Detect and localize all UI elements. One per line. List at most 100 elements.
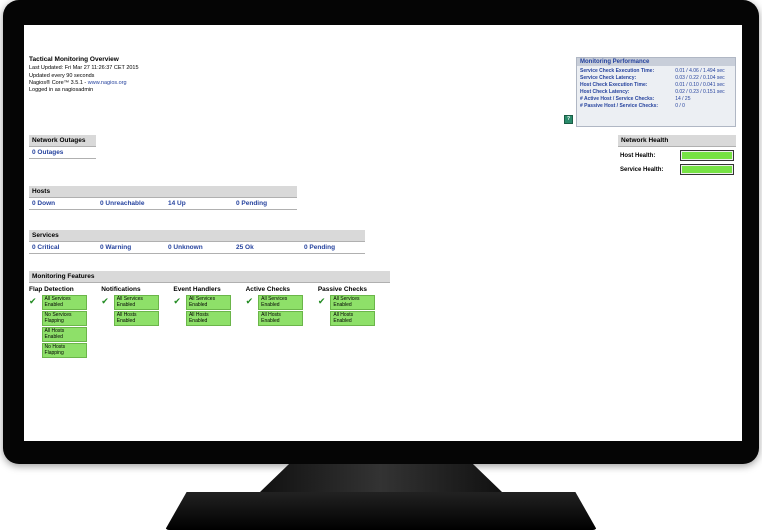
- update-interval-text: Updated every 90 seconds: [29, 72, 95, 79]
- performance-label[interactable]: # Passive Host / Service Checks:: [577, 103, 672, 110]
- feature-status-box[interactable]: All Services Enabled: [185, 295, 231, 310]
- feature-status-box[interactable]: All Services Enabled: [41, 295, 87, 310]
- monitor-screen: Tactical Monitoring Overview Last Update…: [24, 25, 742, 441]
- feature-body: ✔ All Services Enabled All Hosts Enabled: [101, 295, 173, 326]
- feature-body: ✔ All Services Enabled All Hosts Enabled: [246, 295, 318, 326]
- outages-title: Network Outages: [29, 135, 96, 147]
- checkmark-icon[interactable]: ✔: [29, 297, 37, 306]
- services-row: 0 Critical 0 Warning 0 Unknown 25 Ok 0 P…: [29, 242, 365, 254]
- performance-label[interactable]: Service Check Execution Time:: [577, 68, 672, 75]
- performance-value: 0.01 / 0.10 / 0.041 sec: [675, 82, 725, 88]
- feature-status-list: All Services Enabled All Hosts Enabled: [330, 295, 376, 326]
- service-health-row: Service Health:: [618, 164, 736, 175]
- health-panel: Network Health Host Health: Service Heal…: [618, 135, 736, 175]
- feature-status-list: All Services Enabled No Services Flappin…: [41, 295, 87, 358]
- feature-column: Active Checks ✔ All Services Enabled All…: [246, 286, 318, 358]
- services-unknown[interactable]: 0 Unknown: [168, 244, 236, 251]
- hosts-title: Hosts: [29, 186, 297, 198]
- feature-column: Passive Checks ✔ All Services Enabled Al…: [318, 286, 390, 358]
- services-pending[interactable]: 0 Pending: [304, 244, 372, 251]
- feature-name: Event Handlers: [173, 286, 221, 293]
- performance-panel: Monitoring Performance Service Check Exe…: [576, 57, 736, 127]
- feature-body: ✔ All Services Enabled No Services Flapp…: [29, 295, 101, 358]
- feature-status-box[interactable]: All Services Enabled: [330, 295, 376, 310]
- monitor-neck: [260, 464, 502, 492]
- performance-title: Monitoring Performance: [577, 58, 735, 66]
- outages-row: 0 Outages: [29, 147, 96, 159]
- feature-column: Event Handlers ✔ All Services Enabled Al…: [173, 286, 245, 358]
- feature-status-list: All Services Enabled All Hosts Enabled: [185, 295, 231, 326]
- feature-status-box[interactable]: All Services Enabled: [258, 295, 304, 310]
- performance-row: Service Check Latency: 0.03 / 0.22 / 0.10…: [577, 75, 735, 82]
- checkmark-icon[interactable]: ✔: [246, 297, 254, 306]
- features-grid: Flap Detection ✔ All Services Enabled No…: [29, 283, 390, 358]
- feature-status-box[interactable]: All Hosts Enabled: [41, 327, 87, 342]
- hosts-down[interactable]: 0 Down: [32, 200, 100, 207]
- outages-count[interactable]: 0 Outages: [32, 149, 93, 156]
- performance-row: # Passive Host / Service Checks: 0 / 0: [577, 103, 735, 110]
- user-info-text: Logged in as nagiosadmin: [29, 86, 94, 93]
- health-title: Network Health: [618, 135, 736, 147]
- services-warning[interactable]: 0 Warning: [100, 244, 168, 251]
- performance-row: Host Check Execution Time: 0.01 / 0.10 / …: [577, 82, 735, 89]
- outages-panel: Network Outages 0 Outages: [29, 135, 96, 159]
- nagios-website-link[interactable]: www.nagios.org: [88, 80, 127, 86]
- feature-column: Notifications ✔ All Services Enabled All…: [101, 286, 173, 358]
- hosts-up[interactable]: 14 Up: [168, 200, 236, 207]
- feature-name: Passive Checks: [317, 286, 367, 293]
- service-health-label: Service Health:: [620, 166, 664, 173]
- services-critical[interactable]: 0 Critical: [32, 244, 100, 251]
- performance-value: 0.02 / 0.23 / 0.151 sec: [675, 89, 725, 95]
- feature-status-box[interactable]: All Hosts Enabled: [185, 311, 231, 326]
- header-block: Tactical Monitoring Overview Last Update…: [29, 56, 139, 94]
- checkmark-icon[interactable]: ✔: [101, 297, 109, 306]
- feature-status-box[interactable]: All Hosts Enabled: [113, 311, 159, 326]
- performance-value: 0 / 0: [675, 103, 685, 109]
- help-icon[interactable]: ?: [564, 115, 573, 124]
- feature-body: ✔ All Services Enabled All Hosts Enabled: [173, 295, 245, 326]
- performance-label[interactable]: Service Check Latency:: [577, 75, 672, 82]
- services-ok[interactable]: 25 Ok: [236, 244, 304, 251]
- performance-row: Host Check Latency: 0.02 / 0.23 / 0.151 s…: [577, 89, 735, 96]
- performance-row: Service Check Execution Time: 0.01 / 4.06…: [577, 68, 735, 75]
- feature-status-box[interactable]: All Services Enabled: [113, 295, 159, 310]
- hosts-unreachable[interactable]: 0 Unreachable: [100, 200, 168, 207]
- host-health-label: Host Health:: [620, 152, 656, 159]
- host-health-row: Host Health:: [618, 150, 736, 161]
- feature-status-box[interactable]: No Services Flapping: [41, 311, 87, 326]
- checkmark-icon[interactable]: ✔: [318, 297, 326, 306]
- feature-name: Notifications: [101, 286, 141, 293]
- services-panel: Services 0 Critical 0 Warning 0 Unknown …: [29, 230, 365, 254]
- page-title: Tactical Monitoring Overview: [29, 56, 119, 63]
- hosts-pending[interactable]: 0 Pending: [236, 200, 304, 207]
- feature-body: ✔ All Services Enabled All Hosts Enabled: [318, 295, 390, 326]
- hosts-panel: Hosts 0 Down 0 Unreachable 14 Up 0 Pendi…: [29, 186, 297, 210]
- checkmark-icon[interactable]: ✔: [173, 297, 181, 306]
- feature-status-list: All Services Enabled All Hosts Enabled: [258, 295, 304, 326]
- hosts-row: 0 Down 0 Unreachable 14 Up 0 Pending: [29, 198, 297, 210]
- features-panel: Monitoring Features Flap Detection ✔ All…: [29, 271, 390, 358]
- performance-label[interactable]: Host Check Execution Time:: [577, 82, 672, 89]
- performance-row: # Active Host / Service Checks: 14 / 25: [577, 96, 735, 103]
- feature-status-box[interactable]: All Hosts Enabled: [258, 311, 304, 326]
- service-health-bar[interactable]: [680, 164, 734, 175]
- feature-column: Flap Detection ✔ All Services Enabled No…: [29, 286, 101, 358]
- performance-value: 0.03 / 0.22 / 0.104 sec: [675, 75, 725, 81]
- performance-label[interactable]: Host Check Latency:: [577, 89, 672, 96]
- version-info-row: Nagios® Core™ 3.5.1 - www.nagios.org: [29, 80, 139, 87]
- host-health-bar[interactable]: [680, 150, 734, 161]
- feature-status-list: All Services Enabled All Hosts Enabled: [113, 295, 159, 326]
- feature-status-box[interactable]: All Hosts Enabled: [330, 311, 376, 326]
- feature-status-box[interactable]: No Hosts Flapping: [41, 343, 87, 358]
- performance-value: 14 / 25: [675, 96, 691, 102]
- version-text: Nagios® Core™ 3.5.1 -: [29, 79, 88, 86]
- performance-value: 0.01 / 4.06 / 1.494 sec: [675, 68, 725, 74]
- last-updated-text: Last Updated: Fri Mar 27 11:26:37 CET 20…: [29, 65, 139, 72]
- features-title: Monitoring Features: [29, 271, 390, 283]
- performance-label[interactable]: # Active Host / Service Checks:: [577, 96, 672, 103]
- feature-name: Flap Detection: [29, 286, 74, 293]
- monitor-base: [165, 492, 597, 530]
- services-title: Services: [29, 230, 365, 242]
- performance-table: Service Check Execution Time: 0.01 / 4.06…: [577, 68, 735, 110]
- feature-name: Active Checks: [245, 286, 291, 293]
